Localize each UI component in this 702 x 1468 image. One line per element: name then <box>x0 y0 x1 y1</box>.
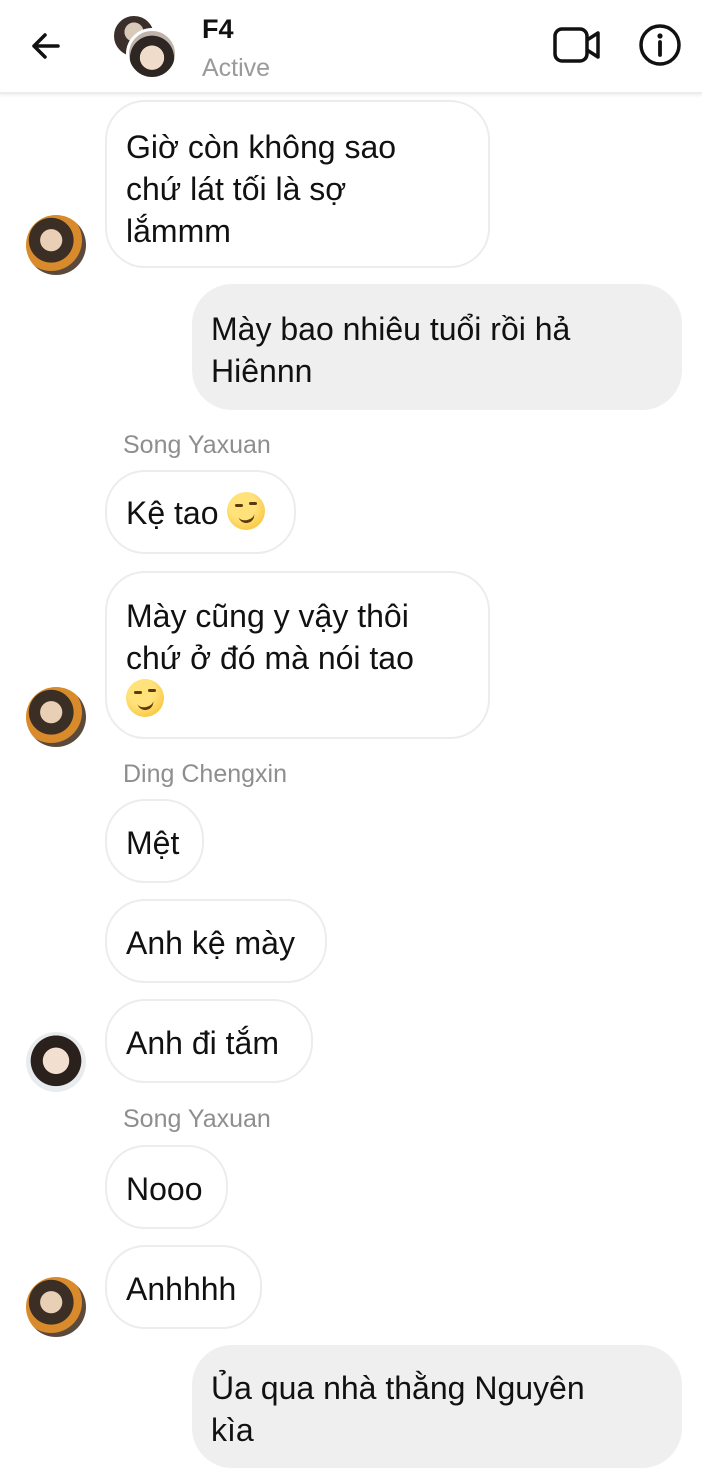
arrow-left-icon[interactable] <box>26 26 66 66</box>
incoming-message[interactable]: Giờ còn không sao chứ lát tối là sợ lắmm… <box>105 100 490 268</box>
smirk-emoji <box>227 492 266 530</box>
sender-avatar[interactable] <box>26 1032 86 1092</box>
message-text: Anh kệ mày <box>126 925 295 961</box>
message-text: Mày cũng y vậy thôi chứ ở đó mà nói tao <box>126 595 414 721</box>
group-avatar[interactable] <box>112 14 178 80</box>
outgoing-message[interactable]: Mày bao nhiêu tuổi rồi hả Hiênnn <box>192 284 682 410</box>
sender-avatar[interactable] <box>26 1277 86 1337</box>
info-icon[interactable] <box>637 22 683 68</box>
incoming-message[interactable]: Anh kệ mày <box>105 899 327 983</box>
incoming-message[interactable]: Anhhhh <box>105 1245 262 1329</box>
sender-avatar[interactable] <box>26 687 86 747</box>
sender-name: Song Yaxuan <box>123 431 271 459</box>
incoming-message[interactable]: Nooo <box>105 1145 228 1229</box>
message-text: Giờ còn không sao chứ lát tối là sợ lắmm… <box>126 129 397 249</box>
chat-title[interactable]: F4 <box>202 14 234 45</box>
smirk-emoji <box>126 679 164 717</box>
message-text: Anh đi tắm <box>126 1025 279 1061</box>
video-camera-icon[interactable] <box>552 24 602 66</box>
message-text: Nooo <box>126 1171 203 1207</box>
message-text-span: Mày cũng y vậy thôi chứ ở đó mà nói tao <box>126 598 414 676</box>
sender-avatar[interactable] <box>26 215 86 275</box>
incoming-message[interactable]: Mệt <box>105 799 204 883</box>
message-text: Kệ tao <box>126 492 266 534</box>
group-avatar-photo-front <box>126 28 178 80</box>
incoming-message[interactable]: Anh đi tắm <box>105 999 313 1083</box>
message-text: Mệt <box>126 825 180 861</box>
incoming-message[interactable]: Kệ tao <box>105 470 296 554</box>
sender-name: Ding Chengxin <box>123 760 287 788</box>
message-text: Mày bao nhiêu tuổi rồi hả Hiênnn <box>211 311 571 389</box>
active-status: Active <box>202 54 271 82</box>
sender-name: Song Yaxuan <box>123 1105 271 1133</box>
outgoing-message[interactable]: Ủa qua nhà thằng Nguyên kìa <box>192 1345 682 1468</box>
message-text: Anhhhh <box>126 1271 237 1307</box>
chat-header: F4 Active <box>0 0 702 94</box>
message-text-span: Kệ tao <box>126 495 219 531</box>
incoming-message[interactable]: Mày cũng y vậy thôi chứ ở đó mà nói tao <box>105 571 490 739</box>
message-text: Ủa qua nhà thằng Nguyên kìa <box>211 1370 585 1448</box>
